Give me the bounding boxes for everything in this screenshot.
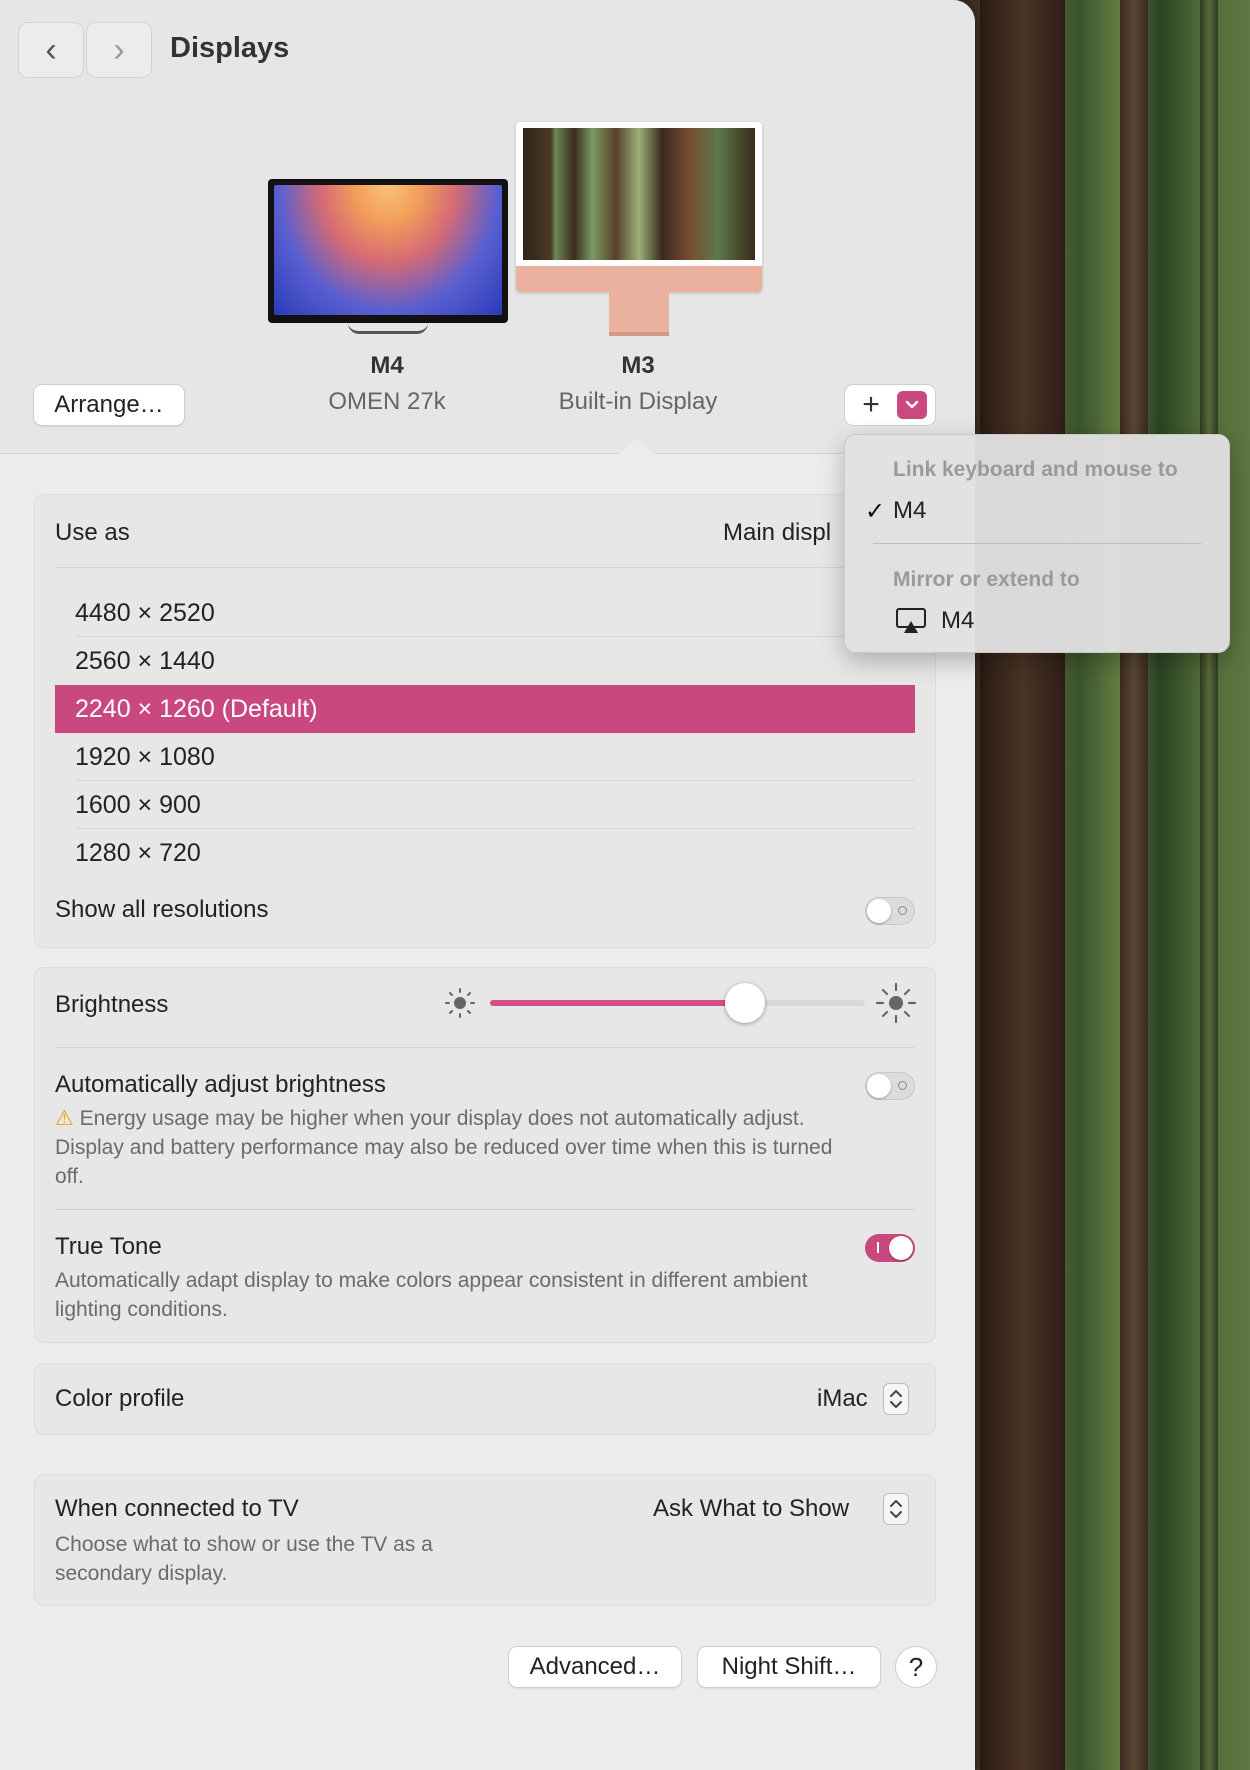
tv-label: When connected to TV xyxy=(55,1495,299,1522)
airplay-icon xyxy=(896,608,926,633)
tv-option-value[interactable]: Ask What to Show xyxy=(653,1495,849,1523)
tree-trunk xyxy=(1200,0,1218,1770)
color-profile-label: Color profile xyxy=(55,1385,185,1412)
toggle-knob xyxy=(867,1074,891,1098)
toggle-knob xyxy=(889,1236,913,1260)
selection-pointer xyxy=(619,438,655,454)
chevron-left-icon: ‹ xyxy=(45,30,57,69)
menu-item-link-m4[interactable]: M4 xyxy=(893,497,926,525)
resolution-option[interactable]: 4480 × 2520 xyxy=(55,589,915,637)
tv-description: Choose what to show or use the TV as a s… xyxy=(55,1533,433,1585)
brightness-slider[interactable] xyxy=(490,1000,865,1006)
display-arrangement-area: ‹ › Displays M4 OMEN 27k M3 Built-in Dis… xyxy=(0,0,975,454)
chevron-down-icon xyxy=(905,400,919,409)
imac-stand xyxy=(609,292,669,336)
brightness-slider-fill xyxy=(490,1000,745,1006)
display-thumbnail-m3[interactable] xyxy=(516,122,762,336)
tree-trunk xyxy=(980,0,1065,1770)
resolution-option-selected[interactable]: 2240 × 1260 (Default) xyxy=(55,685,915,733)
toggle-knob xyxy=(867,899,891,923)
tree-trunk xyxy=(1120,0,1148,1770)
display-wallpaper-preview xyxy=(274,185,502,315)
true-tone-description: Automatically adapt display to make colo… xyxy=(55,1269,808,1321)
auto-brightness-warning-text: Energy usage may be higher when your dis… xyxy=(55,1107,833,1188)
brightness-slider-knob[interactable] xyxy=(725,983,765,1023)
display-wallpaper-preview xyxy=(523,128,755,260)
add-display-combo-button[interactable]: + xyxy=(844,384,936,426)
true-tone-label: True Tone xyxy=(55,1233,162,1260)
resolution-option[interactable]: 1280 × 720 xyxy=(55,829,915,877)
display-thumbnail-m4[interactable] xyxy=(268,179,508,334)
display-subtitle-m4: OMEN 27k xyxy=(328,388,446,415)
brightness-card: Brightness Automatically adjust brightne… xyxy=(34,967,936,1343)
use-as-value[interactable]: Main displ xyxy=(723,519,831,547)
tv-option-stepper[interactable] xyxy=(883,1493,909,1525)
divider xyxy=(55,1047,915,1048)
arrange-button[interactable]: Arrange… xyxy=(33,384,185,426)
tv-card: When connected to TV Choose what to show… xyxy=(34,1474,936,1606)
menu-divider xyxy=(873,543,1201,544)
imac-chin xyxy=(516,266,762,292)
page-title: Displays xyxy=(170,32,290,64)
auto-brightness-warning: ⚠ Energy usage may be higher when your d… xyxy=(55,1104,865,1191)
monitor-stand xyxy=(348,323,428,334)
color-profile-stepper[interactable] xyxy=(883,1383,909,1415)
true-tone-toggle[interactable] xyxy=(865,1234,915,1262)
use-as-label: Use as xyxy=(55,519,130,546)
displays-settings-window: ‹ › Displays M4 OMEN 27k M3 Built-in Dis… xyxy=(0,0,975,1770)
back-button[interactable]: ‹ xyxy=(18,22,84,78)
checkmark-icon: ✓ xyxy=(865,498,886,525)
divider xyxy=(55,567,915,568)
auto-brightness-label: Automatically adjust brightness xyxy=(55,1071,386,1098)
menu-heading-mirror: Mirror or extend to xyxy=(893,568,1080,591)
menu-heading-link: Link keyboard and mouse to xyxy=(893,458,1178,481)
resolution-option[interactable]: 1920 × 1080 xyxy=(55,733,915,781)
color-profile-value[interactable]: iMac xyxy=(817,1385,868,1413)
color-profile-card: Color profile iMac xyxy=(34,1363,936,1435)
menu-item-mirror-m4[interactable]: M4 xyxy=(941,607,974,635)
display-name-m4: M4 xyxy=(370,352,404,379)
resolution-option[interactable]: 2560 × 1440 xyxy=(55,637,915,685)
toggle-off-mark xyxy=(898,1081,907,1090)
toggle-off-mark xyxy=(898,906,907,915)
auto-brightness-toggle[interactable] xyxy=(865,1072,915,1100)
resolution-option[interactable]: 1600 × 900 xyxy=(55,781,915,829)
brightness-label: Brightness xyxy=(55,991,169,1018)
chevron-up-down-icon xyxy=(890,1499,902,1519)
show-all-resolutions-label: Show all resolutions xyxy=(55,896,269,923)
brightness-high-icon xyxy=(875,982,917,1024)
dropdown-button[interactable] xyxy=(897,391,927,419)
divider xyxy=(55,1209,915,1210)
night-shift-button[interactable]: Night Shift… xyxy=(697,1646,881,1688)
plus-icon[interactable]: + xyxy=(845,385,897,425)
advanced-button[interactable]: Advanced… xyxy=(508,1646,682,1688)
help-button[interactable]: ? xyxy=(895,1646,937,1688)
show-all-resolutions-toggle[interactable] xyxy=(865,897,915,925)
chevron-right-icon: › xyxy=(113,30,125,69)
display-subtitle-m3: Built-in Display xyxy=(558,388,718,415)
add-display-menu: Link keyboard and mouse to ✓ M4 Mirror o… xyxy=(844,434,1230,653)
desktop-wallpaper xyxy=(960,0,1250,1770)
forward-button[interactable]: › xyxy=(86,22,152,78)
brightness-low-icon xyxy=(445,988,475,1018)
chevron-up-down-icon xyxy=(890,1389,902,1409)
display-name-m3: M3 xyxy=(621,352,655,379)
toggle-on-mark xyxy=(877,1242,879,1253)
resolution-card: Use as Main displ 4480 × 2520 2560 × 144… xyxy=(34,494,936,948)
warning-icon: ⚠ xyxy=(55,1107,74,1130)
